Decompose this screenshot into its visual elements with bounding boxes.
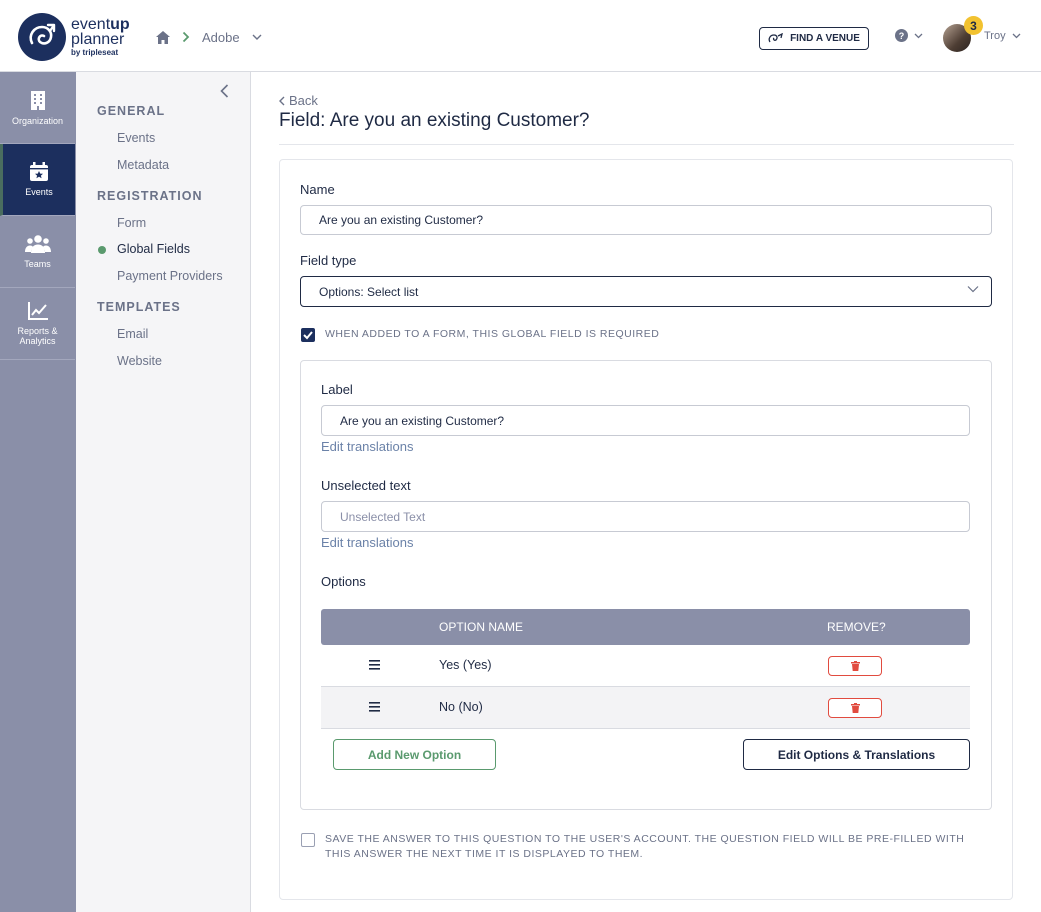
section-submenu: GENERAL Events Metadata REGISTRATION For… — [76, 72, 251, 912]
drag-handle-icon[interactable] — [369, 702, 380, 712]
eventup-logo[interactable]: eventup planner by tripleseat — [18, 13, 138, 63]
options-label: Options — [321, 574, 366, 589]
option-name: No (No) — [439, 700, 483, 714]
field-type-value: Options: Select list — [319, 284, 419, 299]
name-input[interactable]: Are you an existing Customer? — [300, 205, 992, 235]
table-row: No (No) — [321, 687, 970, 729]
chevron-down-icon — [914, 33, 923, 38]
find-venue-button[interactable]: FIND A VENUE — [759, 27, 869, 50]
trash-icon — [850, 703, 860, 713]
required-checkbox[interactable] — [301, 328, 315, 342]
edit-options-translations-button[interactable]: Edit Options & Translations — [743, 739, 970, 770]
chevron-down-icon — [967, 286, 979, 293]
option-name: Yes (Yes) — [439, 658, 492, 672]
chevron-down-icon[interactable] — [252, 34, 262, 41]
calendar-star-icon — [30, 162, 48, 181]
logo-text-planner: planner — [71, 31, 125, 48]
required-checkbox-label: WHEN ADDED TO A FORM, THIS GLOBAL FIELD … — [325, 328, 660, 340]
label-input[interactable]: Are you an existing Customer? — [321, 405, 970, 436]
back-label: Back — [289, 93, 318, 108]
submenu-item-metadata[interactable]: Metadata — [117, 158, 169, 172]
title-divider — [279, 144, 1014, 145]
edit-translations-link[interactable]: Edit translations — [321, 439, 414, 454]
help-icon: ? — [895, 29, 908, 42]
checkmark-icon — [303, 331, 313, 340]
options-table-header: OPTION NAME REMOVE? — [321, 609, 970, 645]
submenu-item-email[interactable]: Email — [117, 327, 148, 341]
submenu-heading-registration: REGISTRATION — [97, 189, 203, 203]
col-option-name: OPTION NAME — [439, 620, 524, 634]
field-type-select[interactable]: Options: Select list — [300, 276, 992, 307]
rail-item-events[interactable]: Events — [0, 144, 75, 216]
rail-label: Events — [25, 187, 53, 197]
logo-mark-icon — [18, 13, 66, 61]
rail-item-teams[interactable]: Teams — [0, 216, 75, 288]
submenu-item-payment-providers[interactable]: Payment Providers — [117, 269, 223, 283]
unselected-text-label: Unselected text — [321, 478, 411, 493]
drag-handle-icon[interactable] — [369, 660, 380, 670]
add-new-option-button[interactable]: Add New Option — [333, 739, 496, 770]
find-venue-label: FIND A VENUE — [790, 33, 860, 44]
submenu-item-website[interactable]: Website — [117, 354, 162, 368]
col-remove: REMOVE? — [827, 620, 886, 634]
building-icon — [30, 90, 45, 110]
chart-line-icon — [27, 301, 48, 320]
notification-badge[interactable]: 3 — [964, 16, 983, 35]
breadcrumb-org[interactable]: Adobe — [202, 30, 240, 45]
save-answer-checkbox[interactable] — [301, 833, 315, 847]
rail-label: Reports & Analytics — [17, 325, 58, 346]
unselected-text-input[interactable]: Unselected Text — [321, 501, 970, 532]
logo-text-byline: by tripleseat — [71, 48, 119, 57]
field-type-label: Field type — [300, 253, 357, 268]
table-row: Yes (Yes) — [321, 645, 970, 687]
submenu-heading-templates: TEMPLATES — [97, 300, 181, 314]
edit-translations-link[interactable]: Edit translations — [321, 535, 414, 550]
people-icon — [24, 234, 51, 253]
trash-icon — [850, 661, 860, 671]
top-header: eventup planner by tripleseat Adobe FIND… — [0, 0, 1041, 72]
chevron-left-icon — [220, 84, 229, 98]
submenu-item-form[interactable]: Form — [117, 216, 146, 230]
remove-option-button[interactable] — [828, 656, 882, 676]
user-menu[interactable]: Troy — [984, 30, 1021, 42]
chevron-left-icon — [279, 96, 285, 105]
submenu-item-global-fields[interactable]: Global Fields — [117, 242, 190, 256]
save-answer-checkbox-label: SAVE THE ANSWER TO THIS QUESTION TO THE … — [325, 833, 965, 860]
collapse-menu-button[interactable] — [220, 84, 229, 101]
chevron-right-icon — [182, 31, 190, 43]
active-indicator-icon — [98, 246, 106, 254]
rail-item-organization[interactable]: Organization — [0, 72, 75, 144]
submenu-item-events[interactable]: Events — [117, 131, 155, 145]
main-nav-rail: Organization Events Teams Reports & Anal… — [0, 72, 76, 912]
label-label: Label — [321, 382, 353, 397]
name-label: Name — [300, 182, 335, 197]
breadcrumb: Adobe — [156, 28, 262, 46]
rail-item-reports[interactable]: Reports & Analytics — [0, 288, 75, 360]
page-title: Field: Are you an existing Customer? — [279, 110, 590, 131]
rail-label: Organization — [11, 115, 64, 126]
home-icon[interactable] — [156, 30, 170, 44]
rail-label: Teams — [24, 258, 51, 269]
help-menu[interactable]: ? — [895, 29, 923, 42]
chevron-down-icon — [1012, 33, 1021, 39]
remove-option-button[interactable] — [828, 698, 882, 718]
user-name: Troy — [984, 30, 1006, 42]
back-link[interactable]: Back — [279, 93, 318, 108]
location-arrow-icon — [768, 33, 783, 43]
submenu-heading-general: GENERAL — [97, 104, 166, 118]
